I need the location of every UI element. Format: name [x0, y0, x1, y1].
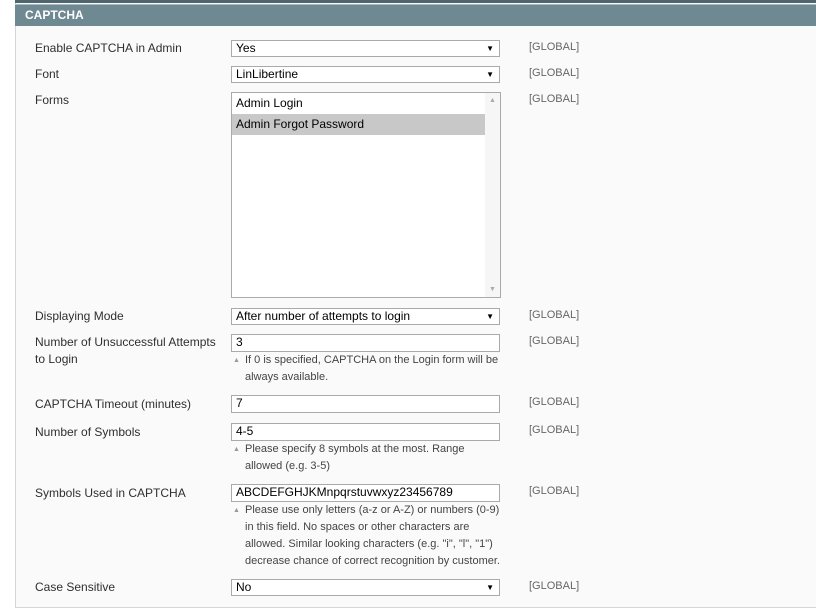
- symbols-label: Number of Symbols: [35, 425, 141, 439]
- symbols-note: ▲ Please specify 8 symbols at the most. R…: [233, 441, 503, 475]
- font-label: Font: [35, 67, 60, 81]
- scroll-up-icon[interactable]: ▲: [489, 97, 496, 104]
- timeout-label: CAPTCHA Timeout (minutes): [35, 397, 192, 411]
- scope-label: [GLOBAL]: [529, 485, 580, 497]
- forms-label: Forms: [35, 93, 69, 107]
- attempts-input[interactable]: 3: [231, 334, 500, 352]
- dropdown-arrow-icon: ▼: [486, 44, 494, 53]
- mode-value: After number of attempts to login: [236, 309, 411, 323]
- scrollbar[interactable]: ▲ ▼: [485, 93, 500, 297]
- scope-label: [GLOBAL]: [529, 41, 580, 53]
- enable-value: Yes: [236, 41, 256, 55]
- forms-option[interactable]: Admin Login: [232, 93, 485, 114]
- forms-multiselect[interactable]: Admin Login Admin Forgot Password ▲ ▼: [231, 92, 501, 298]
- scope-label: [GLOBAL]: [529, 396, 580, 408]
- section-header[interactable]: CAPTCHA: [15, 4, 816, 26]
- attempts-label: Number of Unsuccessful Attempts to Login: [35, 335, 216, 366]
- symbols-note-text: Please specify 8 symbols at the most. Ra…: [245, 443, 465, 472]
- dropdown-arrow-icon: ▼: [486, 583, 494, 592]
- case-value: No: [236, 580, 252, 594]
- dropdown-arrow-icon: ▼: [486, 312, 494, 321]
- case-select[interactable]: No ▼: [231, 579, 500, 596]
- scope-label: [GLOBAL]: [529, 67, 580, 79]
- used-note: ▲ Please use only letters (a-z or A-Z) or…: [233, 502, 503, 570]
- used-input[interactable]: ABCDEFGHJKMnpqrstuvwxyz23456789: [231, 484, 500, 502]
- enable-label: Enable CAPTCHA in Admin: [35, 41, 182, 55]
- attempts-note: ▲ If 0 is specified, CAPTCHA on the Login…: [233, 352, 503, 386]
- scope-label: [GLOBAL]: [529, 335, 580, 347]
- scope-label: [GLOBAL]: [529, 309, 580, 321]
- scroll-down-icon[interactable]: ▼: [489, 286, 496, 293]
- scope-label: [GLOBAL]: [529, 580, 580, 592]
- symbols-input[interactable]: 4-5: [231, 423, 500, 441]
- mode-label: Displaying Mode: [35, 309, 124, 323]
- attempts-note-text: If 0 is specified, CAPTCHA on the Login …: [245, 354, 499, 383]
- scope-label: [GLOBAL]: [529, 424, 580, 436]
- enable-select[interactable]: Yes ▼: [231, 40, 500, 57]
- font-select[interactable]: LinLibertine ▼: [231, 66, 500, 83]
- used-note-text: Please use only letters (a-z or A-Z) or …: [245, 504, 500, 567]
- dropdown-arrow-icon: ▼: [486, 70, 494, 79]
- mode-select[interactable]: After number of attempts to login ▼: [231, 308, 500, 325]
- case-label: Case Sensitive: [35, 580, 116, 594]
- timeout-input[interactable]: 7: [231, 395, 500, 413]
- triangle-icon: ▲: [233, 446, 240, 453]
- triangle-icon: ▲: [233, 357, 240, 364]
- forms-option-selected[interactable]: Admin Forgot Password: [232, 114, 485, 135]
- used-label: Symbols Used in CAPTCHA: [35, 486, 186, 500]
- scope-label: [GLOBAL]: [529, 93, 580, 105]
- font-value: LinLibertine: [236, 67, 299, 81]
- triangle-icon: ▲: [233, 507, 240, 514]
